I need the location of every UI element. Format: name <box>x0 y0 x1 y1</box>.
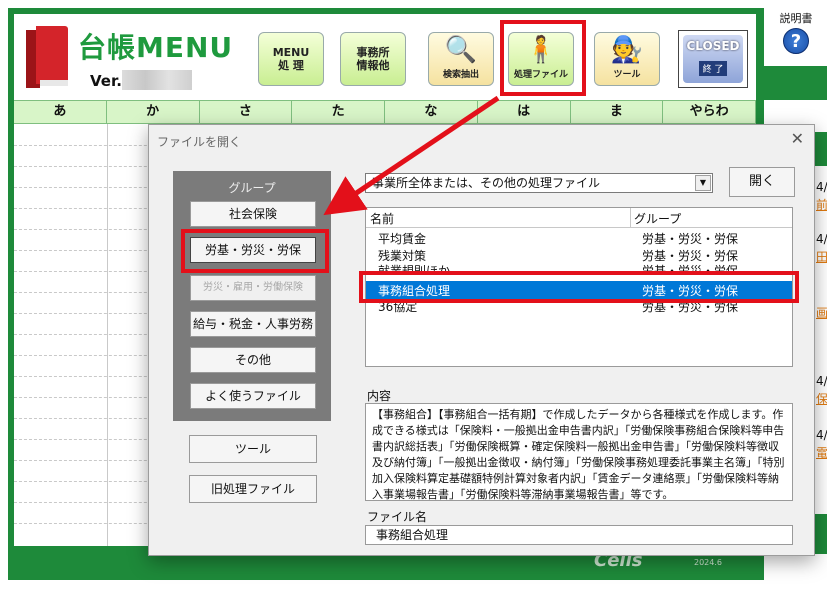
tool-dialog-button[interactable]: ツール <box>189 435 317 463</box>
close-app-button[interactable]: CLOSED 終 了 <box>678 30 748 88</box>
tab-kana[interactable]: ま <box>571 101 664 123</box>
file-type-value: 事業所全体または、その他の処理ファイル <box>372 176 601 190</box>
group-button-social-insurance[interactable]: 社会保険 <box>190 201 316 227</box>
filename-field[interactable]: 事務組合処理 <box>365 525 793 545</box>
side-date-text: 4/ <box>816 374 827 388</box>
side-link[interactable]: 保 <box>816 390 827 407</box>
office-info-button[interactable]: 事務所 情報他 <box>340 32 406 86</box>
exit-label: 終 了 <box>698 61 728 76</box>
tab-kana[interactable]: さ <box>200 101 293 123</box>
list-header: 名前 グループ <box>366 208 792 228</box>
side-link[interactable]: 画 <box>816 304 827 321</box>
process-file-highlight <box>500 20 586 96</box>
tab-kana[interactable]: やらわ <box>663 101 756 123</box>
tool-person-icon: 🧑‍🔧 <box>610 35 644 65</box>
file-type-select[interactable]: 事業所全体または、その他の処理ファイル ▼ <box>365 173 713 193</box>
group-button-other[interactable]: その他 <box>190 347 316 373</box>
selected-row-highlight <box>359 271 799 303</box>
side-date-text: 4/ <box>816 428 827 442</box>
question-icon: ? <box>783 28 809 54</box>
tool-button[interactable]: 🧑‍🔧 ツール <box>594 32 660 86</box>
filename-label: ファイル名 <box>367 510 428 524</box>
app-title: 台帳MENU <box>78 31 234 64</box>
search-extract-button[interactable]: 🔍 検索抽出 <box>428 32 494 86</box>
open-button[interactable]: 開く <box>729 167 795 197</box>
open-file-dialog: ファイルを開く ✕ グループ 社会保険 労基・労災・労保 労災・雇用・労働保険 … <box>148 124 815 556</box>
tab-kana[interactable]: は <box>478 101 571 123</box>
chevron-down-icon[interactable]: ▼ <box>695 175 711 191</box>
column-header-name[interactable]: 名前 <box>370 210 394 227</box>
help-button[interactable]: 説明書 ? <box>772 10 820 54</box>
list-item[interactable]: 平均賃金 労基・労災・労保 <box>366 230 792 247</box>
book-logo-icon <box>26 26 70 88</box>
version-number-redacted <box>122 70 192 90</box>
group-panel: グループ 社会保険 労基・労災・労保 労災・雇用・労働保険 給与・税金・人事労務… <box>173 171 331 421</box>
side-link[interactable]: 田 <box>816 248 827 265</box>
group-header: グループ <box>228 181 276 195</box>
list-item-group: 労基・労災・労保 <box>642 232 739 246</box>
closed-label: CLOSED <box>686 39 740 53</box>
column-header-group[interactable]: グループ <box>634 210 681 227</box>
tab-kana[interactable]: な <box>385 101 478 123</box>
side-link[interactable]: 前 <box>816 196 827 213</box>
group-button-payroll-tax[interactable]: 給与・税金・人事労務 <box>190 311 316 337</box>
content-description: 【事務組合】【事務組合一括有期】で作成したデータから各種様式を作成します。作成で… <box>365 403 793 501</box>
top-toolbar: 台帳MENU Ver. MENU 処 理 事務所 情報他 🔍 検索抽出 🧍 処理… <box>14 14 756 100</box>
tab-kana[interactable]: た <box>292 101 385 123</box>
side-date-text: 4/ <box>816 232 827 246</box>
side-link[interactable]: 電 <box>816 444 827 461</box>
grid-column-divider <box>106 124 108 546</box>
tab-kana[interactable]: か <box>107 101 200 123</box>
search-extract-label: 検索抽出 <box>442 70 479 80</box>
tool-label: ツール <box>613 70 641 80</box>
tab-kana[interactable]: あ <box>14 101 107 123</box>
old-file-button[interactable]: 旧処理ファイル <box>189 475 317 503</box>
close-icon[interactable]: ✕ <box>791 129 804 148</box>
group-button-accident-employment: 労災・雇用・労働保険 <box>190 275 316 301</box>
magnifier-icon: 🔍 <box>444 35 478 65</box>
kana-tab-row: あかさたなはまやらわ <box>14 100 756 124</box>
dialog-title: ファイルを開く <box>157 135 242 149</box>
group-button-frequent[interactable]: よく使うファイル <box>190 383 316 409</box>
content-label: 内容 <box>367 389 392 403</box>
footer-year: 2024.6 <box>694 558 722 567</box>
list-item-name: 平均賃金 <box>378 232 427 246</box>
labor-group-highlight <box>181 229 329 273</box>
menu-process-button[interactable]: MENU 処 理 <box>258 32 324 86</box>
version-label: Ver. <box>90 72 122 90</box>
help-label: 説明書 <box>779 12 813 25</box>
side-date-text: 4/ <box>816 180 827 194</box>
